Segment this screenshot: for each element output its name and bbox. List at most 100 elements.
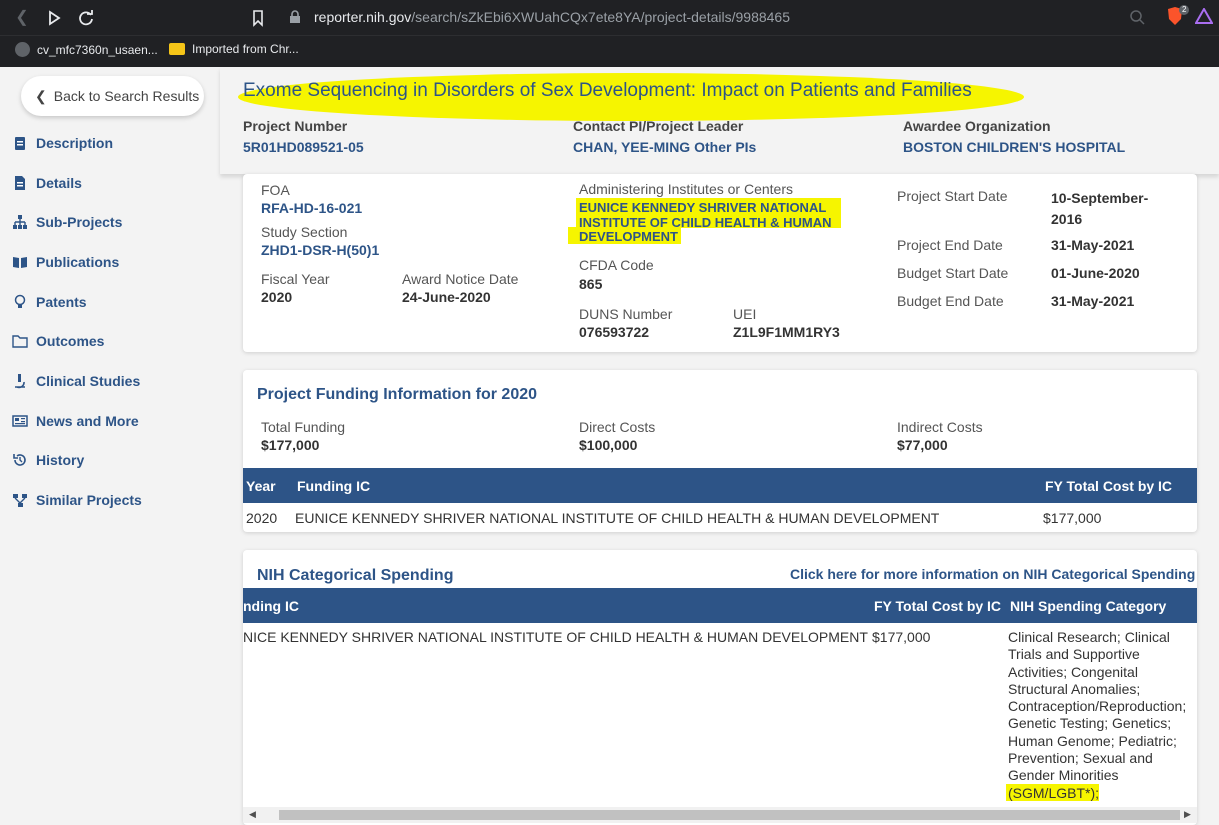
row-fy-total: $177,000 [1043, 510, 1102, 526]
budget-end-label: Budget End Date [897, 293, 1004, 309]
rewards-triangle-icon[interactable] [1194, 6, 1214, 24]
direct-costs-label: Direct Costs [579, 419, 656, 435]
awardee-label: Awardee Organization [903, 118, 1051, 134]
folder-icon [169, 43, 185, 55]
study-section-label: Study Section [261, 224, 348, 240]
sidebar-item-sub-projects[interactable]: Sub-Projects [12, 211, 122, 233]
award-notice-value: 24-June-2020 [402, 289, 491, 305]
spending-info-link[interactable]: Click here for more information on NIH C… [790, 566, 1195, 582]
shield-count-badge: 2 [1179, 5, 1190, 15]
column-header-fy-total[interactable]: FY Total Cost by IC [874, 598, 1001, 614]
scrollbar-thumb[interactable] [279, 810, 1180, 820]
row-funding-ic: NICE KENNEDY SHRIVER NATIONAL INSTITUTE … [243, 629, 868, 645]
chevron-left-icon: ❮ [35, 87, 47, 104]
duns-label: DUNS Number [579, 306, 673, 322]
scroll-left-icon[interactable]: ◀ [249, 809, 256, 820]
folder-outline-icon [12, 335, 28, 348]
sitemap-icon [13, 215, 27, 229]
budget-end-value: 31-May-2021 [1051, 293, 1135, 309]
admin-ic-label: Administering Institutes or Centers [579, 181, 793, 197]
lock-icon [288, 10, 302, 24]
page-title: Exome Sequencing in Disorders of Sex Dev… [243, 80, 972, 101]
bookmarks-bar: cv_mfc7360n_usaen... Imported from Chr..… [0, 35, 1219, 67]
sidebar-item-publications[interactable]: Publications [12, 251, 119, 273]
book-icon [13, 257, 27, 268]
history-icon [13, 454, 26, 466]
sidebar-item-similar-projects[interactable]: Similar Projects [12, 489, 142, 511]
contact-pi-link[interactable]: CHAN, YEE-MING [573, 139, 690, 155]
sidebar-item-patents[interactable]: Patents [12, 291, 87, 313]
contact-pi-value: CHAN, YEE-MING Other PIs [573, 139, 756, 155]
total-funding-value: $177,000 [261, 437, 320, 453]
funding-title: Project Funding Information for 2020 [257, 386, 538, 403]
award-notice-label: Award Notice Date [402, 271, 519, 287]
cfda-label: CFDA Code [579, 257, 654, 273]
column-header-funding-ic[interactable]: nding IC [243, 598, 299, 614]
clipboard-icon [15, 137, 25, 150]
column-header-fy-total[interactable]: FY Total Cost by IC [1045, 478, 1172, 494]
sidebar-item-clinical-studies[interactable]: Clinical Studies [12, 370, 140, 392]
foa-link[interactable]: RFA-HD-16-021 [261, 200, 362, 216]
address-bar[interactable]: reporter.nih.gov/search/sZkEbi6XWUahCQx7… [280, 4, 1153, 31]
document-icon [15, 176, 25, 190]
details-card: FOA RFA-HD-16-021 Study Section ZHD1-DSR… [243, 174, 1197, 352]
uei-value: Z1L9F1MM1RY3 [733, 324, 840, 340]
sidebar-item-description[interactable]: Description [12, 132, 113, 154]
microscope-icon [15, 374, 25, 389]
total-funding-label: Total Funding [261, 419, 346, 435]
column-header-year[interactable]: Year [246, 478, 276, 494]
sidebar-item-outcomes[interactable]: Outcomes [12, 330, 104, 352]
indirect-costs-label: Indirect Costs [897, 419, 983, 435]
admin-ic-value[interactable]: EUNICE KENNEDY SHRIVER NATIONAL INSTITUT… [579, 200, 832, 245]
study-section-link[interactable]: ZHD1-DSR-H(50)1 [261, 242, 379, 258]
contact-pi-label: Contact PI/Project Leader [573, 118, 744, 134]
back-arrow-icon[interactable]: ❮ [12, 8, 32, 28]
reload-icon[interactable] [76, 8, 96, 28]
browser-toolbar: ❮ reporter.nih.gov/search/sZkEbi6XWUahCQ… [0, 0, 1219, 35]
categorical-spending-card: NIH Categorical Spending Click here for … [243, 550, 1197, 825]
newspaper-icon [12, 415, 28, 427]
bookmark-icon[interactable] [248, 8, 268, 28]
zoom-icon[interactable] [1129, 9, 1145, 25]
bookmark-folder[interactable]: Imported from Chr... [169, 42, 299, 56]
direct-costs-value: $100,000 [579, 437, 638, 453]
back-to-search-button[interactable]: ❮ Back to Search Results [21, 76, 204, 116]
bookmark-item[interactable]: cv_mfc7360n_usaen... [15, 42, 158, 57]
sidebar-item-history[interactable]: History [12, 449, 84, 471]
project-start-value: 10-September- 2016 [1051, 190, 1149, 227]
fiscal-year-value: 2020 [261, 289, 293, 305]
row-year: 2020 [246, 510, 278, 526]
globe-icon [15, 42, 30, 57]
project-end-value: 31-May-2021 [1051, 237, 1135, 253]
column-header-spending-category[interactable]: NIH Spending Category [1010, 598, 1166, 614]
row-fy-total: $177,000 [872, 629, 931, 645]
indirect-costs-value: $77,000 [897, 437, 948, 453]
column-header-funding-ic[interactable]: Funding IC [297, 478, 370, 494]
spending-title: NIH Categorical Spending [257, 567, 454, 584]
row-spending-category: Clinical Research; Clinical Trials and S… [1008, 629, 1187, 801]
duns-value: 076593722 [579, 324, 650, 340]
cfda-value: 865 [579, 276, 603, 292]
awardee-link[interactable]: BOSTON CHILDREN'S HOSPITAL [903, 139, 1125, 155]
project-number-value: 5R01HD089521-05 [243, 139, 364, 155]
project-number-label: Project Number [243, 118, 348, 134]
other-pis-link[interactable]: Other PIs [694, 139, 756, 155]
sidebar-item-news[interactable]: News and More [12, 410, 139, 432]
uei-label: UEI [733, 306, 757, 322]
funding-table-header: Year Funding IC FY Total Cost by IC [243, 468, 1197, 503]
spending-table-header: nding IC FY Total Cost by IC NIH Spendin… [243, 588, 1197, 623]
budget-start-label: Budget Start Date [897, 265, 1009, 281]
project-header: Exome Sequencing in Disorders of Sex Dev… [220, 67, 1219, 174]
sidebar-item-details[interactable]: Details [12, 172, 82, 194]
scroll-right-icon[interactable]: ▶ [1184, 809, 1191, 820]
project-end-label: Project End Date [897, 237, 1003, 253]
project-start-label: Project Start Date [897, 188, 1008, 204]
network-icon [13, 494, 27, 507]
horizontal-scrollbar[interactable]: ◀ ▶ [243, 807, 1197, 823]
row-funding-ic: EUNICE KENNEDY SHRIVER NATIONAL INSTITUT… [295, 510, 940, 526]
fiscal-year-label: Fiscal Year [261, 271, 330, 287]
url-text: reporter.nih.gov/search/sZkEbi6XWUahCQx7… [314, 9, 791, 25]
foa-label: FOA [261, 182, 290, 198]
budget-start-value: 01-June-2020 [1051, 265, 1140, 281]
forward-play-icon[interactable] [44, 8, 64, 28]
